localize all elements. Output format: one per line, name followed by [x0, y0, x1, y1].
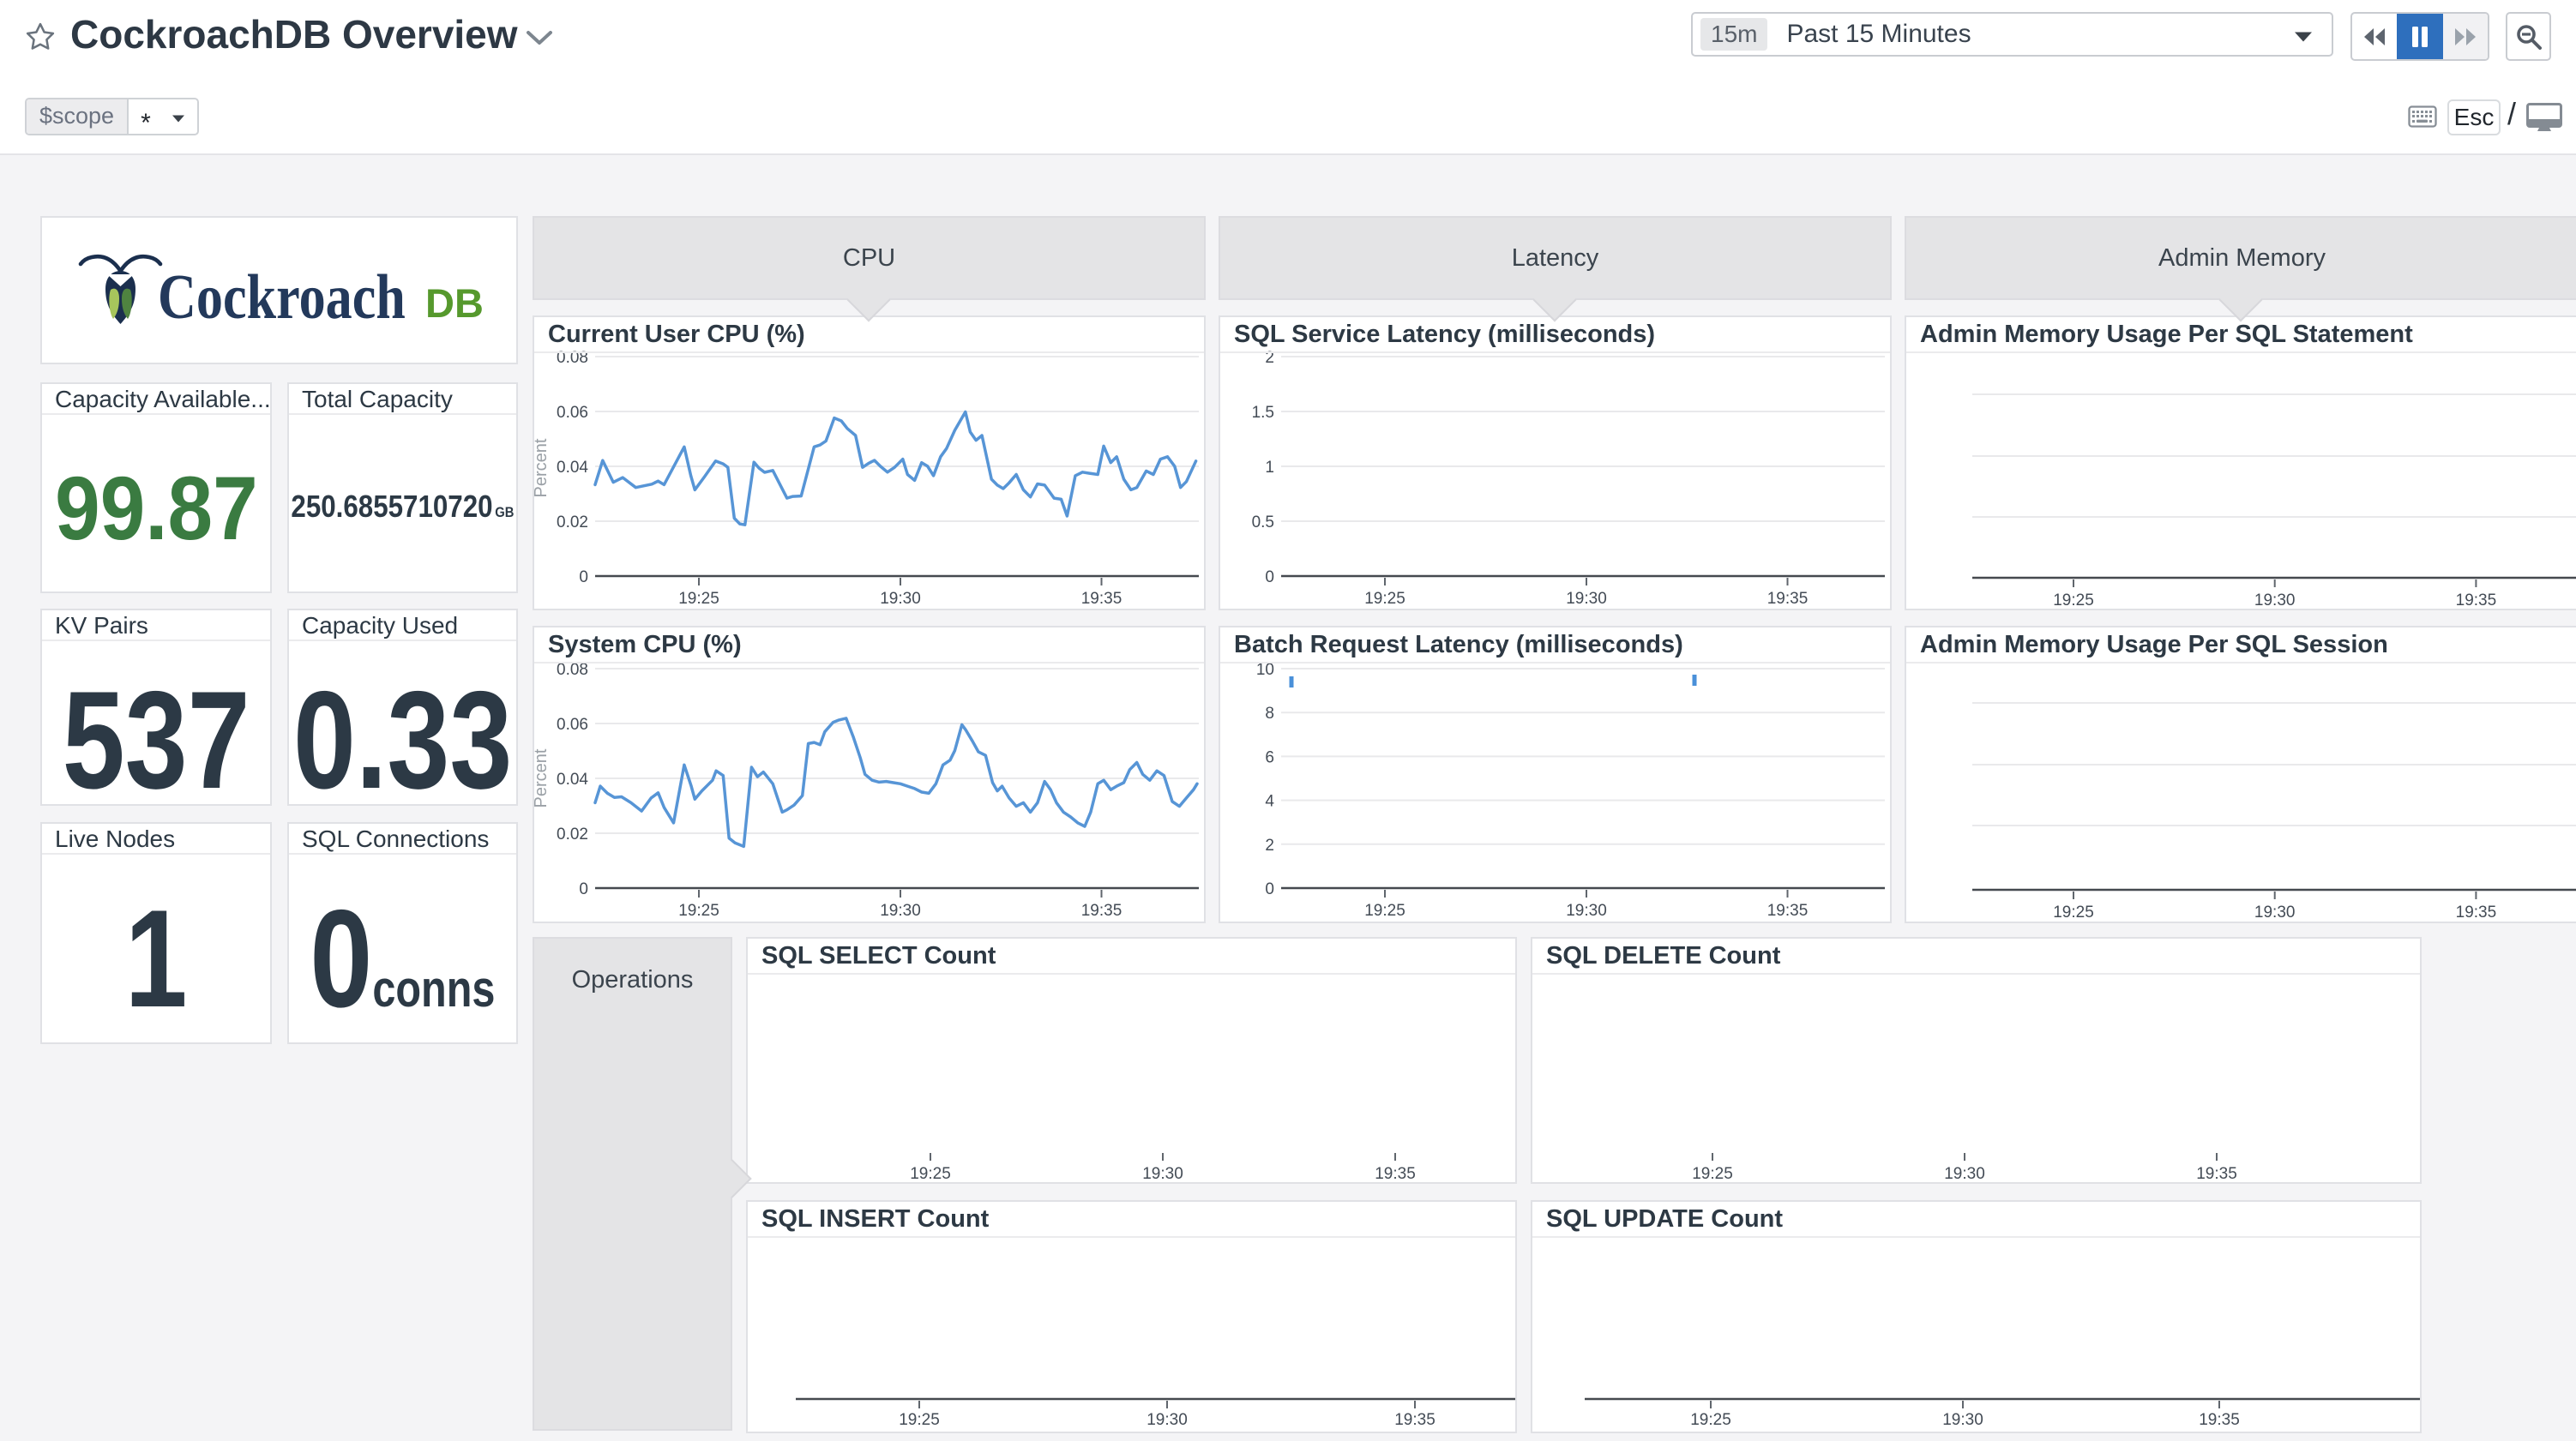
- svg-text:0.06: 0.06: [557, 716, 588, 734]
- svg-text:0: 0: [579, 568, 588, 586]
- svg-text:19:30: 19:30: [1142, 1165, 1183, 1182]
- svg-text:19:25: 19:25: [2053, 904, 2094, 922]
- svg-text:19:25: 19:25: [1364, 902, 1405, 920]
- svg-text:19:25: 19:25: [1692, 1165, 1733, 1182]
- svg-text:0.04: 0.04: [557, 771, 588, 789]
- svg-text:19:25: 19:25: [2053, 591, 2094, 609]
- svg-text:0: 0: [1265, 568, 1274, 586]
- svg-text:19:25: 19:25: [678, 902, 719, 920]
- svg-text:0: 0: [1265, 880, 1274, 898]
- svg-text:19:35: 19:35: [1081, 902, 1122, 920]
- svg-text:19:30: 19:30: [1566, 590, 1607, 608]
- svg-text:19:35: 19:35: [2196, 1165, 2237, 1182]
- svg-text:19:30: 19:30: [2254, 904, 2296, 922]
- svg-text:DB: DB: [425, 280, 484, 326]
- svg-text:19:35: 19:35: [2456, 904, 2497, 922]
- svg-text:19:35: 19:35: [1394, 1411, 1435, 1429]
- svg-text:19:25: 19:25: [678, 590, 719, 608]
- svg-text:19:30: 19:30: [1147, 1411, 1188, 1429]
- svg-text:19:30: 19:30: [1566, 902, 1607, 920]
- svg-text:19:30: 19:30: [2254, 591, 2296, 609]
- svg-text:1.5: 1.5: [1252, 404, 1274, 422]
- svg-text:19:25: 19:25: [1364, 590, 1405, 608]
- svg-text:0.04: 0.04: [557, 459, 588, 477]
- svg-text:Cockroach: Cockroach: [158, 261, 406, 332]
- svg-text:0: 0: [579, 880, 588, 898]
- svg-text:19:35: 19:35: [2456, 591, 2497, 609]
- svg-text:19:35: 19:35: [2199, 1411, 2240, 1429]
- svg-text:19:35: 19:35: [1767, 590, 1809, 608]
- svg-text:0.06: 0.06: [557, 404, 588, 422]
- svg-text:10: 10: [1256, 661, 1274, 679]
- svg-text:1: 1: [1265, 459, 1274, 477]
- svg-text:0.02: 0.02: [557, 513, 588, 531]
- svg-text:19:25: 19:25: [910, 1165, 951, 1182]
- svg-text:19:25: 19:25: [899, 1411, 940, 1429]
- svg-text:Percent: Percent: [534, 438, 551, 497]
- svg-text:19:30: 19:30: [880, 590, 921, 608]
- svg-text:19:25: 19:25: [1690, 1411, 1731, 1429]
- svg-text:19:30: 19:30: [880, 902, 921, 920]
- svg-text:0.02: 0.02: [557, 826, 588, 844]
- svg-text:4: 4: [1265, 793, 1274, 811]
- svg-text:0.08: 0.08: [557, 661, 588, 679]
- svg-text:19:30: 19:30: [1942, 1411, 1983, 1429]
- svg-text:Percent: Percent: [534, 748, 551, 808]
- svg-text:19:30: 19:30: [1944, 1165, 1985, 1182]
- svg-text:19:35: 19:35: [1081, 590, 1122, 608]
- svg-text:19:35: 19:35: [1375, 1165, 1416, 1182]
- svg-text:6: 6: [1265, 748, 1274, 766]
- svg-text:0.5: 0.5: [1252, 513, 1274, 531]
- svg-text:2: 2: [1265, 837, 1274, 855]
- svg-text:8: 8: [1265, 705, 1274, 723]
- svg-text:19:35: 19:35: [1767, 902, 1809, 920]
